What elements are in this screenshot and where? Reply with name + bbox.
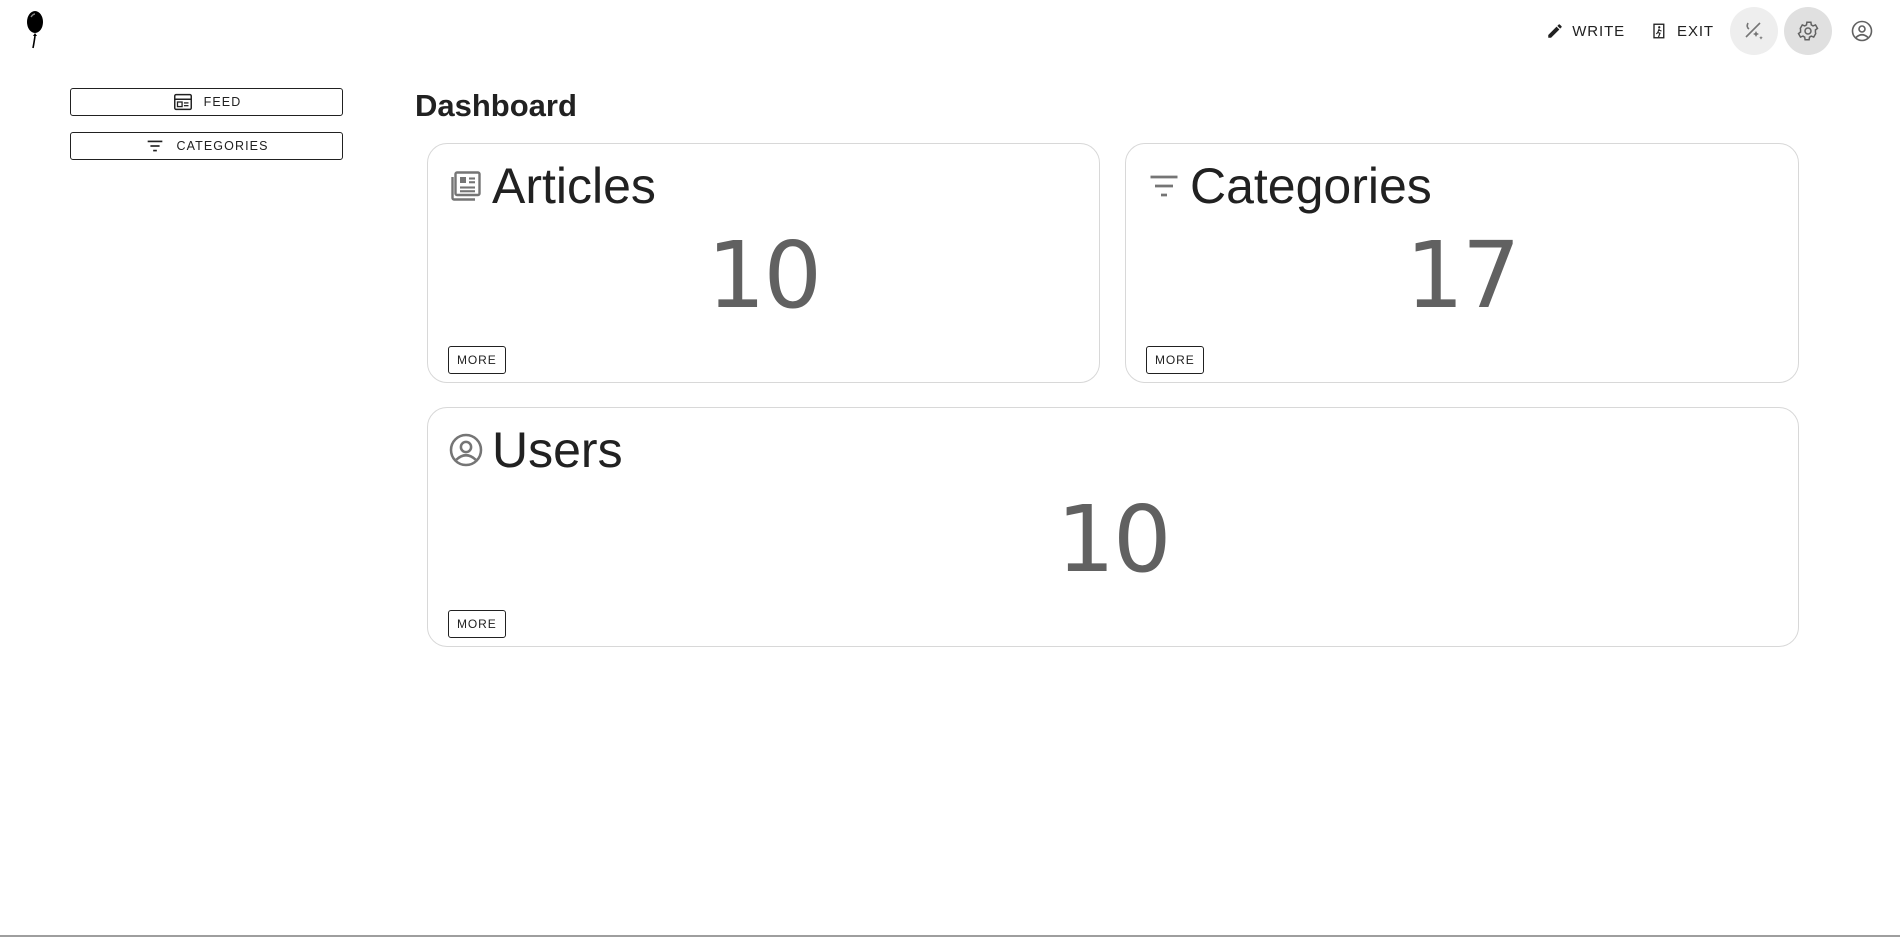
- articles-more-button[interactable]: MORE: [448, 346, 506, 374]
- gear-icon: [1797, 21, 1819, 41]
- users-card: Users 10 MORE: [427, 407, 1799, 647]
- app-bar: WRITE EXIT: [0, 0, 1900, 64]
- account-circle-icon: [449, 433, 483, 467]
- categories-more-button[interactable]: MORE: [1146, 346, 1204, 374]
- theme-toggle-button[interactable]: [1730, 7, 1778, 55]
- categories-card: Categories 17 MORE: [1125, 143, 1799, 383]
- sidebar-item-label: CATEGORIES: [176, 139, 269, 153]
- exit-button[interactable]: EXIT: [1641, 13, 1724, 49]
- settings-button[interactable]: [1784, 7, 1832, 55]
- newspaper-icon: [451, 171, 481, 201]
- card-header: Categories: [1146, 158, 1432, 214]
- filter-icon: [1150, 175, 1178, 197]
- write-button[interactable]: WRITE: [1536, 13, 1635, 49]
- balloon-icon[interactable]: [20, 10, 50, 50]
- sidebar-item-feed[interactable]: FEED: [70, 88, 343, 116]
- articles-count: 10: [706, 222, 822, 329]
- categories-count: 17: [1405, 222, 1520, 329]
- users-more-button[interactable]: MORE: [448, 610, 506, 638]
- account-circle-icon: [1851, 20, 1873, 42]
- card-header: Users: [448, 422, 623, 478]
- articles-card: Articles 10 MORE: [427, 143, 1100, 383]
- side-nav: FEED CATEGORIES: [70, 88, 343, 176]
- exit-label: EXIT: [1677, 22, 1714, 40]
- feed-icon: [173, 93, 192, 111]
- sidebar-item-categories[interactable]: CATEGORIES: [70, 132, 343, 160]
- sidebar-item-label: FEED: [203, 95, 242, 109]
- theme-toggle-icon: [1745, 22, 1763, 40]
- filter-icon: [148, 140, 163, 152]
- card-title: Articles: [492, 158, 656, 214]
- card-header: Articles: [448, 158, 656, 214]
- card-title: Users: [492, 422, 623, 478]
- users-count: 10: [1056, 486, 1171, 593]
- write-label: WRITE: [1572, 22, 1626, 40]
- account-button[interactable]: [1838, 7, 1886, 55]
- card-title: Categories: [1190, 158, 1432, 214]
- page-title: Dashboard: [415, 88, 577, 123]
- header-actions: WRITE EXIT: [1536, 7, 1886, 55]
- pencil-icon: [1548, 24, 1562, 38]
- exit-door-icon: [1653, 23, 1665, 39]
